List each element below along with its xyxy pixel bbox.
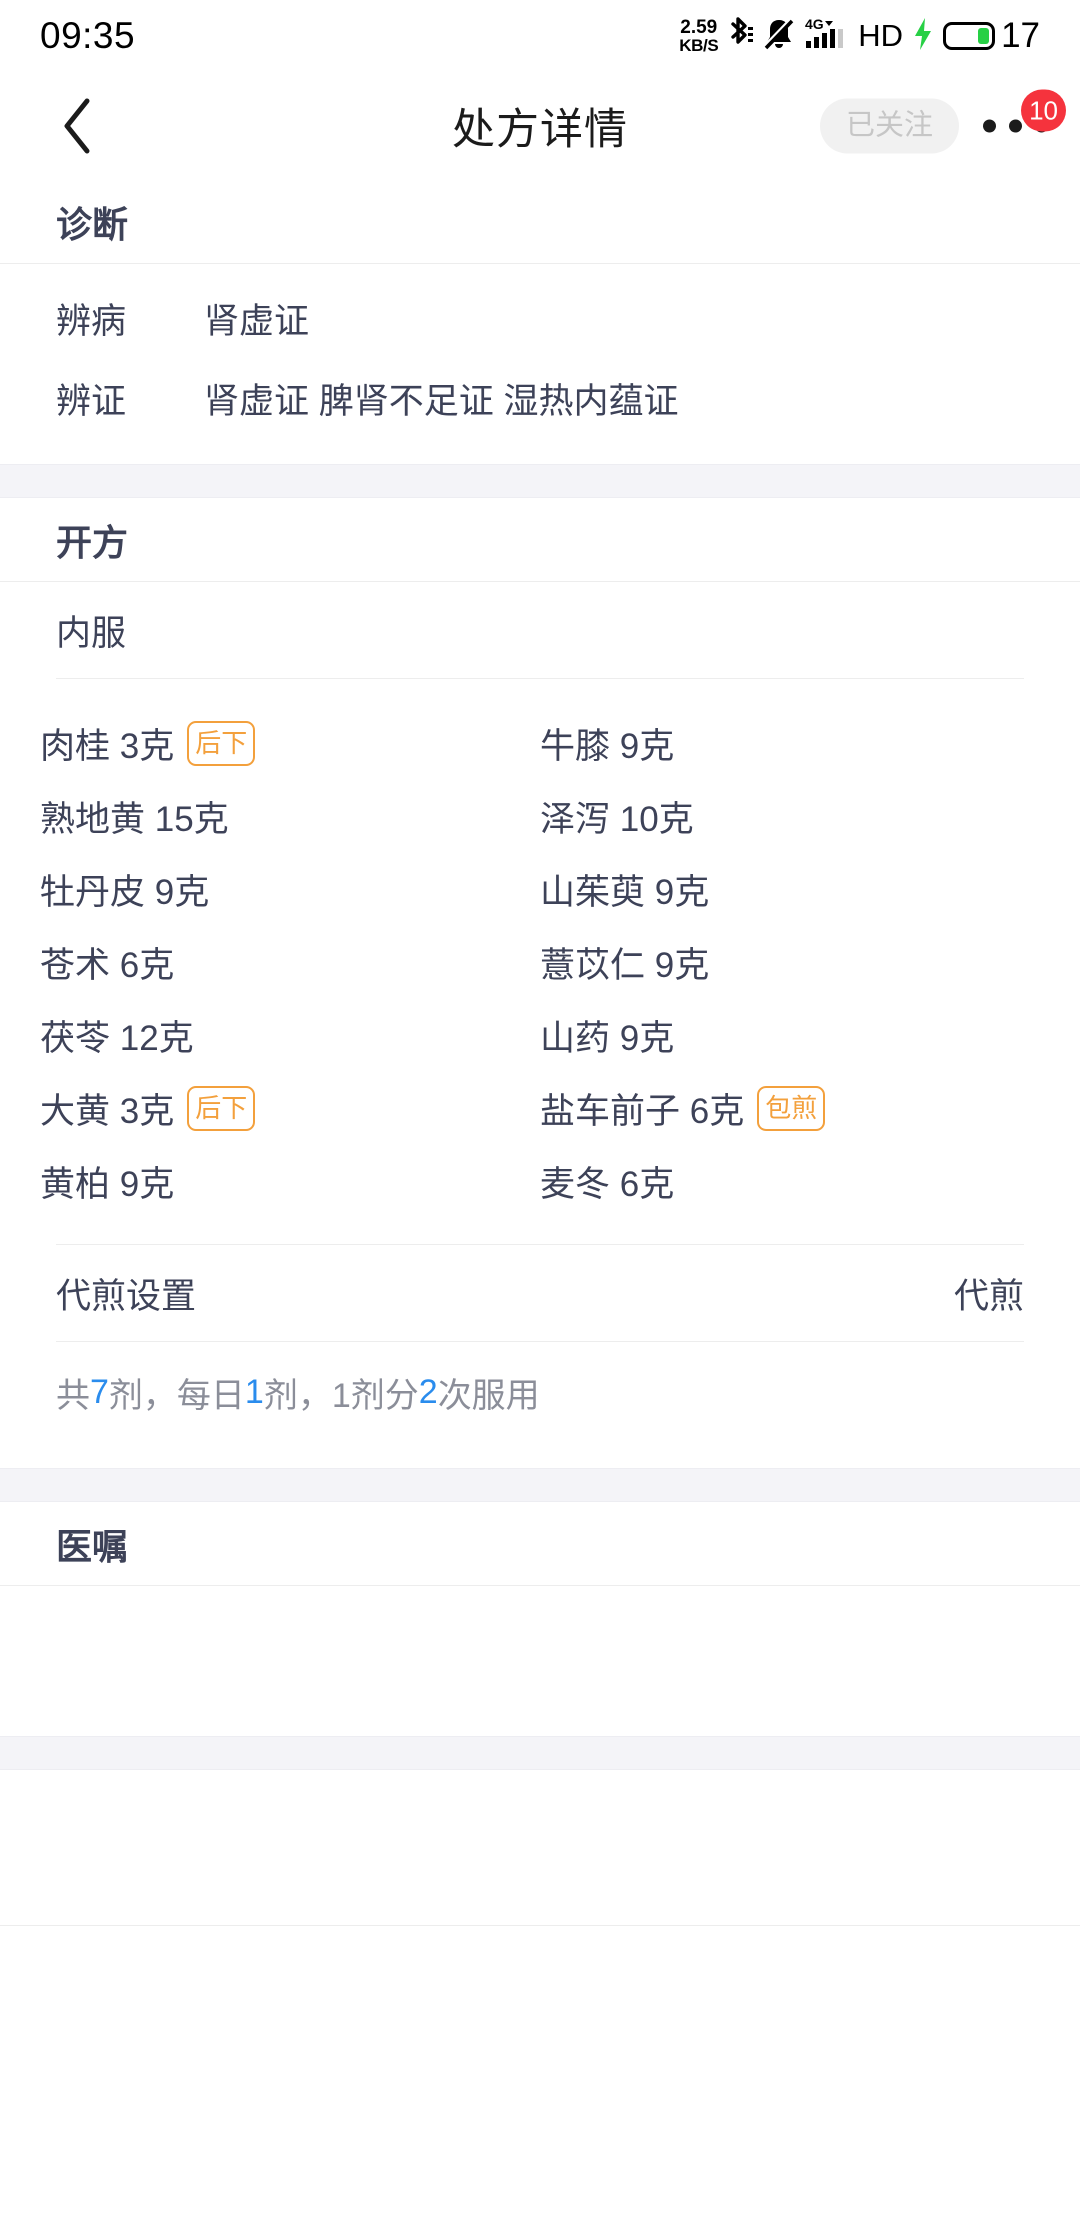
bottom-divider-band xyxy=(0,1736,1080,1770)
battery-icon xyxy=(943,22,996,50)
notification-badge: 10 xyxy=(1021,89,1066,132)
decoction-setting-label: 代煎设置 xyxy=(56,1276,197,1316)
diagnosis-label-disease: 辨病 xyxy=(56,301,127,341)
herb-name: 山茱萸 9克 xyxy=(540,873,710,912)
herb-row: 大黄 3克 后下 盐车前子 6克 包煎 xyxy=(40,1072,1040,1145)
dosage-text-part1: 共 xyxy=(56,1376,90,1415)
charging-bolt-icon xyxy=(912,16,934,57)
herb-name: 泽泻 10克 xyxy=(540,800,694,839)
bottom-line xyxy=(0,1925,1080,1926)
bluetooth-icon xyxy=(727,15,754,58)
herb-item: 茯苓 12克 xyxy=(40,999,540,1072)
herb-name: 肉桂 3克 xyxy=(40,727,175,766)
follow-button[interactable]: 已关注 xyxy=(819,98,959,154)
herb-name: 黄柏 9克 xyxy=(40,1165,175,1204)
herb-item: 大黄 3克 后下 xyxy=(40,1072,540,1145)
diagnosis-row-disease: 辨病 肾虚证 xyxy=(0,278,1080,358)
bottom-blank-area xyxy=(0,1770,1080,1925)
herb-row: 黄柏 9克 麦冬 6克 xyxy=(40,1145,1040,1218)
decoction-setting-value: 代煎 xyxy=(953,1276,1024,1316)
herb-list: 肉桂 3克 后下 牛膝 9克 熟地黄 15克 泽泻 10克 牡丹皮 9克 山茱萸… xyxy=(0,679,1080,1244)
decoction-setting-row[interactable]: 代煎设置 代煎 xyxy=(0,1245,1080,1341)
dosage-text-part4: 次服用 xyxy=(437,1376,540,1415)
status-icons: 2.59 KB/S 4G HD 17 xyxy=(679,15,1040,58)
network-speed-indicator: 2.59 KB/S xyxy=(679,18,718,54)
battery-indicator: 17 xyxy=(943,16,1040,56)
herb-item: 肉桂 3克 后下 xyxy=(40,707,540,780)
herb-row: 苍术 6克 薏苡仁 9克 xyxy=(40,926,1040,999)
herb-item: 牡丹皮 9克 xyxy=(40,853,540,926)
herb-name: 牛膝 9克 xyxy=(540,727,675,766)
dosage-summary: 共 7 剂，每日 1 剂，1剂分 2 次服用 xyxy=(0,1342,1080,1442)
herb-row: 熟地黄 15克 泽泻 10克 xyxy=(40,780,1040,853)
section-header-prescription: 开方 xyxy=(0,498,1080,582)
signal-4g-icon: 4G xyxy=(805,15,849,58)
dosage-text-part2: 剂，每日 xyxy=(108,1376,245,1415)
svg-text:4G: 4G xyxy=(805,16,824,32)
diagnosis-label-syndrome: 辨证 xyxy=(56,381,127,421)
hd-label: HD xyxy=(858,18,904,53)
herb-name: 苍术 6克 xyxy=(40,946,175,985)
section-header-diagnosis: 诊断 xyxy=(0,180,1080,264)
status-bar: 09:35 2.59 KB/S 4G HD 17 xyxy=(0,0,1080,72)
dosage-times-per-dose: 2 xyxy=(418,1372,438,1411)
dosage-total-count: 7 xyxy=(90,1372,109,1411)
herb-name: 茯苓 12克 xyxy=(40,1019,194,1058)
diagnosis-value-disease: 肾虚证 xyxy=(204,301,310,341)
herb-tag: 包煎 xyxy=(757,1086,826,1131)
herb-item: 泽泻 10克 xyxy=(540,780,1040,853)
diagnosis-row-syndrome: 辨证 肾虚证 脾肾不足证 湿热内蕴证 xyxy=(0,358,1080,438)
herb-item: 牛膝 9克 xyxy=(540,707,1040,780)
prescription-usage-type: 内服 xyxy=(56,613,127,653)
herb-row: 茯苓 12克 山药 9克 xyxy=(40,999,1040,1072)
herb-name: 薏苡仁 9克 xyxy=(540,946,710,985)
herb-tag: 后下 xyxy=(187,1086,256,1131)
nav-actions: 已关注 10 xyxy=(819,89,1066,154)
herb-name: 牡丹皮 9克 xyxy=(40,873,210,912)
herb-item: 山茱萸 9克 xyxy=(540,853,1040,926)
herb-name: 山药 9克 xyxy=(540,1019,675,1058)
dosage-text-part3: 剂，1剂分 xyxy=(263,1376,419,1415)
herb-item: 黄柏 9克 xyxy=(40,1145,540,1218)
herb-row: 肉桂 3克 后下 牛膝 9克 xyxy=(40,707,1040,780)
status-time: 09:35 xyxy=(40,15,136,56)
bell-mute-icon xyxy=(762,15,796,58)
network-speed-value: 2.59 xyxy=(680,17,718,38)
herb-name: 熟地黄 15克 xyxy=(40,800,229,839)
herb-name: 麦冬 6克 xyxy=(540,1165,675,1204)
herb-item: 薏苡仁 9克 xyxy=(540,926,1040,999)
dosage-per-day: 1 xyxy=(244,1372,264,1411)
advice-content-area xyxy=(0,1586,1080,1736)
herb-item: 熟地黄 15克 xyxy=(40,780,540,853)
herb-item: 盐车前子 6克 包煎 xyxy=(540,1072,1040,1145)
herb-row: 牡丹皮 9克 山茱萸 9克 xyxy=(40,853,1040,926)
diagnosis-value-syndrome: 肾虚证 脾肾不足证 湿热内蕴证 xyxy=(204,381,679,421)
herb-name: 盐车前子 6克 xyxy=(540,1092,745,1131)
section-divider-band xyxy=(0,1468,1080,1502)
more-menu-button[interactable]: 10 xyxy=(975,89,1066,141)
herb-name: 大黄 3克 xyxy=(40,1092,175,1131)
herb-item: 麦冬 6克 xyxy=(540,1145,1040,1218)
prescription-detail-screen: 09:35 2.59 KB/S 4G HD 17 处方详情 已关注 10 诊断 … xyxy=(0,0,1080,2232)
navigation-bar: 处方详情 已关注 10 xyxy=(0,72,1080,180)
battery-level: 17 xyxy=(1001,16,1040,55)
herb-item: 苍术 6克 xyxy=(40,926,540,999)
section-header-advice: 医嘱 xyxy=(0,1502,1080,1586)
network-speed-unit: KB/S xyxy=(679,36,719,55)
herb-item: 山药 9克 xyxy=(540,999,1040,1072)
herb-tag: 后下 xyxy=(187,721,256,766)
section-divider-band xyxy=(0,464,1080,498)
